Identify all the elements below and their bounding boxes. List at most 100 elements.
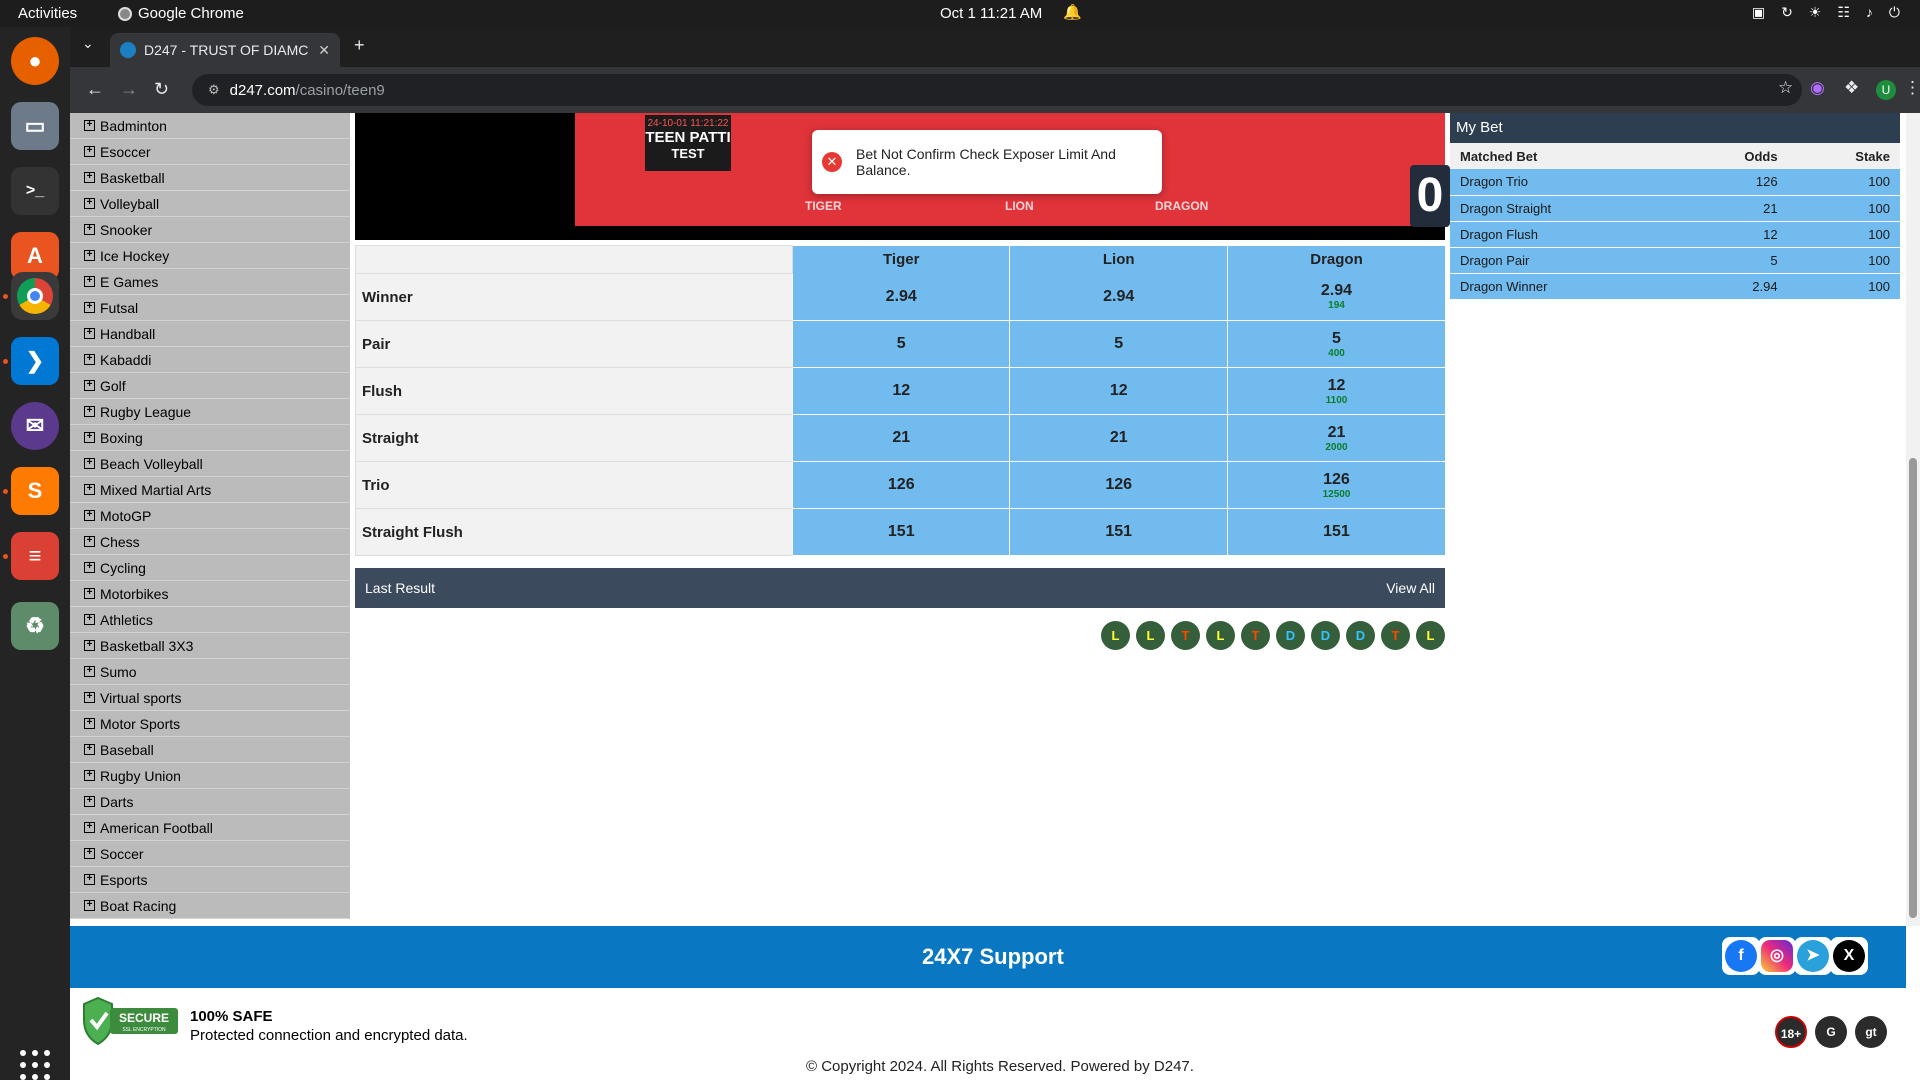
files-icon[interactable]: ▭ bbox=[11, 102, 59, 150]
error-toast[interactable]: ✕ Bet Not Confirm Check Exposer Limit An… bbox=[812, 130, 1162, 194]
sidebar-item-sport[interactable]: + Snooker bbox=[70, 217, 350, 243]
sidebar-item-sport[interactable]: + Motor Sports bbox=[70, 711, 350, 737]
sidebar-item-sport[interactable]: + Chess bbox=[70, 529, 350, 555]
odds-cell-lion[interactable]: 12 bbox=[1009, 367, 1228, 415]
sidebar-item-sport[interactable]: + Golf bbox=[70, 373, 350, 399]
pidgin-icon[interactable]: ✉ bbox=[11, 402, 59, 450]
chrome-dock-icon[interactable] bbox=[11, 272, 59, 320]
sidebar-item-label: Baseball bbox=[100, 741, 154, 758]
sidebar-item-sport[interactable]: + MotoGP bbox=[70, 503, 350, 529]
result-ball[interactable]: T bbox=[1381, 621, 1410, 650]
show-apps-icon[interactable] bbox=[20, 1050, 50, 1080]
todoist-icon[interactable]: ≡ bbox=[11, 532, 59, 580]
sidebar-item-sport[interactable]: + Sumo bbox=[70, 659, 350, 685]
page-scrollbar[interactable] bbox=[1906, 113, 1920, 926]
result-ball[interactable]: D bbox=[1276, 621, 1305, 650]
address-bar[interactable]: ⚙ d247.com/casino/teen9 bbox=[192, 74, 1802, 106]
sidebar-item-sport[interactable]: + American Football bbox=[70, 815, 350, 841]
result-ball[interactable]: D bbox=[1346, 621, 1375, 650]
app-menu[interactable]: Google Chrome bbox=[118, 5, 244, 22]
scrollbar-thumb[interactable] bbox=[1909, 458, 1917, 918]
profile-avatar[interactable]: U bbox=[1876, 80, 1896, 100]
odds-cell-tiger[interactable]: 5 bbox=[791, 320, 1010, 368]
sidebar-item-sport[interactable]: + Soccer bbox=[70, 841, 350, 867]
odds-cell-lion[interactable]: 5 bbox=[1009, 320, 1228, 368]
sidebar-item-sport[interactable]: + Badminton bbox=[70, 113, 350, 139]
sidebar-item-sport[interactable]: + Boat Racing bbox=[70, 893, 350, 919]
sidebar-item-sport[interactable]: + Cycling bbox=[70, 555, 350, 581]
result-ball[interactable]: D bbox=[1311, 621, 1340, 650]
sidebar-item-sport[interactable]: + Esports bbox=[70, 867, 350, 893]
sidebar-item-sport[interactable]: + Darts bbox=[70, 789, 350, 815]
odds-cell-dragon[interactable]: 21 2000 bbox=[1226, 414, 1445, 462]
odds-cell-dragon[interactable]: 2.94 194 bbox=[1226, 273, 1445, 321]
expand-plus-icon: + bbox=[84, 640, 95, 651]
sidebar-item-sport[interactable]: + Kabaddi bbox=[70, 347, 350, 373]
result-ball[interactable]: L bbox=[1101, 621, 1130, 650]
sidebar-item-sport[interactable]: + Futsal bbox=[70, 295, 350, 321]
sidebar-item-sport[interactable]: + Esoccer bbox=[70, 139, 350, 165]
sidebar-item-sport[interactable]: + E Games bbox=[70, 269, 350, 295]
tab-search-icon[interactable]: ⌄ bbox=[82, 35, 94, 52]
sidebar-item-sport[interactable]: + Rugby Union bbox=[70, 763, 350, 789]
sidebar-item-sport[interactable]: + Motorbikes bbox=[70, 581, 350, 607]
sidebar-item-sport[interactable]: + Virtual sports bbox=[70, 685, 350, 711]
site-info-icon[interactable]: ⚙ bbox=[208, 82, 220, 98]
back-icon[interactable]: ← bbox=[86, 79, 104, 100]
sidebar-item-sport[interactable]: + Rugby League bbox=[70, 399, 350, 425]
trash-icon[interactable]: ♻ bbox=[11, 602, 59, 650]
odds-cell-lion[interactable]: 151 bbox=[1009, 508, 1228, 556]
sidebar-item-sport[interactable]: + Athletics bbox=[70, 607, 350, 633]
sublime-icon[interactable]: S bbox=[11, 467, 59, 515]
close-tab-icon[interactable]: ✕ bbox=[318, 42, 330, 59]
result-ball[interactable]: L bbox=[1206, 621, 1235, 650]
my-bet-row: Dragon Pair 5 100 bbox=[1450, 247, 1900, 274]
sidebar-item-sport[interactable]: + Basketball bbox=[70, 165, 350, 191]
firefox-icon[interactable]: ● bbox=[11, 37, 59, 85]
sidebar-item-sport[interactable]: + Volleyball bbox=[70, 191, 350, 217]
telegram-icon[interactable]: ➤ bbox=[1794, 937, 1832, 975]
sidebar-item-sport[interactable]: + Beach Volleyball bbox=[70, 451, 350, 477]
view-all-link[interactable]: View All bbox=[1386, 580, 1435, 596]
sidebar-item-sport[interactable]: + Basketball 3X3 bbox=[70, 633, 350, 659]
odds-cell-tiger[interactable]: 12 bbox=[791, 367, 1010, 415]
odds-cell-dragon[interactable]: 151 bbox=[1226, 508, 1445, 556]
x-icon[interactable]: X bbox=[1830, 937, 1868, 975]
reload-icon[interactable]: ↻ bbox=[154, 79, 169, 100]
clock[interactable]: Oct 1 11:21 AM bbox=[940, 5, 1042, 22]
system-tray[interactable]: ▣ ↻ ☀ ☷ ♪ ⏻ bbox=[1752, 4, 1900, 21]
forward-icon[interactable]: → bbox=[120, 79, 138, 100]
extension-icon[interactable]: ◉ bbox=[1810, 78, 1825, 98]
odds-cell-tiger[interactable]: 2.94 bbox=[791, 273, 1010, 321]
vscode-icon[interactable]: ❯ bbox=[11, 337, 59, 385]
activities-button[interactable]: Activities bbox=[18, 5, 77, 22]
terminal-icon[interactable]: >_ bbox=[11, 167, 59, 215]
odds-value: 21 bbox=[1327, 423, 1346, 441]
result-ball[interactable]: L bbox=[1416, 621, 1445, 650]
result-ball[interactable]: L bbox=[1136, 621, 1165, 650]
bookmark-star-icon[interactable]: ☆ bbox=[1778, 78, 1793, 98]
sidebar-item-sport[interactable]: + Handball bbox=[70, 321, 350, 347]
browser-tab-active[interactable]: D247 - TRUST OF DIAMC ✕ bbox=[110, 33, 340, 67]
odds-cell-lion[interactable]: 2.94 bbox=[1009, 273, 1228, 321]
odds-cell-dragon[interactable]: 12 1100 bbox=[1226, 367, 1445, 415]
sidebar-item-sport[interactable]: + Baseball bbox=[70, 737, 350, 763]
odds-cell-tiger[interactable]: 21 bbox=[791, 414, 1010, 462]
dock: ● ▭ >_ A ❯ ✉ S ≡ ♻ bbox=[0, 27, 70, 1080]
odds-cell-tiger[interactable]: 151 bbox=[791, 508, 1010, 556]
chrome-menu-icon[interactable]: ⋮ bbox=[1904, 78, 1920, 98]
instagram-icon[interactable]: ◎ bbox=[1758, 937, 1796, 975]
odds-cell-dragon[interactable]: 126 12500 bbox=[1226, 461, 1445, 509]
facebook-icon[interactable]: f bbox=[1722, 937, 1760, 975]
odds-cell-tiger[interactable]: 126 bbox=[791, 461, 1010, 509]
sidebar-item-sport[interactable]: + Boxing bbox=[70, 425, 350, 451]
new-tab-icon[interactable]: + bbox=[354, 35, 365, 56]
extensions-puzzle-icon[interactable]: ❖ bbox=[1844, 78, 1859, 98]
result-ball[interactable]: T bbox=[1171, 621, 1200, 650]
sidebar-item-sport[interactable]: + Ice Hockey bbox=[70, 243, 350, 269]
result-ball[interactable]: T bbox=[1241, 621, 1270, 650]
odds-cell-dragon[interactable]: 5 400 bbox=[1226, 320, 1445, 368]
sidebar-item-sport[interactable]: + Mixed Martial Arts bbox=[70, 477, 350, 503]
odds-cell-lion[interactable]: 21 bbox=[1009, 414, 1228, 462]
odds-cell-lion[interactable]: 126 bbox=[1009, 461, 1228, 509]
